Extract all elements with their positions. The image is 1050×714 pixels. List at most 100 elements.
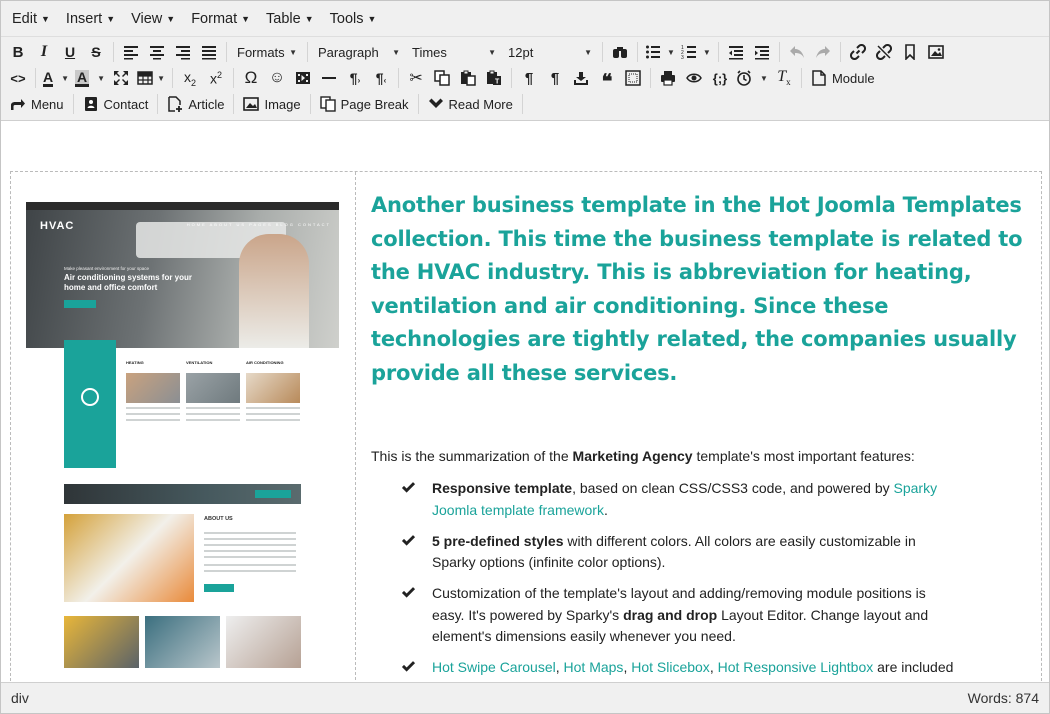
toolbar-row-3: Menu Contact Article Image Page Break Re… [5, 91, 1045, 117]
anchor-button[interactable] [897, 40, 923, 64]
chevron-down-icon: ▼ [61, 73, 70, 83]
preview-button[interactable] [681, 66, 707, 90]
superscript-button[interactable]: x2 [203, 66, 229, 90]
chevron-down-bold-icon [428, 98, 443, 108]
undo-button[interactable] [784, 40, 810, 64]
module-button[interactable]: Module [806, 66, 880, 90]
menu-view[interactable]: View ▼ [123, 4, 183, 34]
font-family-value: Times [412, 44, 447, 60]
menu-insert[interactable]: Insert ▼ [58, 4, 123, 34]
font-size-dropdown[interactable]: 12pt ▼ [502, 40, 598, 64]
align-justify-button[interactable] [196, 40, 222, 64]
chevron-down-icon: ▼ [702, 47, 711, 57]
formats-dropdown[interactable]: Formats ▼ [231, 40, 303, 64]
insert-template-icon [574, 72, 589, 85]
preview-line [126, 413, 180, 415]
menu-tools[interactable]: Tools ▼ [322, 4, 385, 34]
block-format-dropdown[interactable]: Paragraph ▼ [312, 40, 406, 64]
rtl-button[interactable]: ¶‹ [368, 66, 394, 90]
chevron-down-icon: ▼ [367, 13, 377, 24]
paste-button[interactable] [455, 66, 481, 90]
clear-formatting-button[interactable]: Tx [771, 66, 797, 90]
list-item[interactable]: Responsive template, based on clean CSS/… [401, 478, 961, 521]
emoticons-button[interactable]: ☺ [264, 66, 290, 90]
insert-button[interactable] [568, 66, 594, 90]
show-blocks-button[interactable]: ¶ [542, 66, 568, 90]
menu-edit[interactable]: Edit ▼ [4, 4, 58, 34]
contact-button[interactable]: Contact [78, 92, 154, 116]
element-path[interactable]: div [11, 690, 29, 706]
list-item[interactable]: Hot Swipe Carousel, Hot Maps, Hot Sliceb… [401, 657, 961, 679]
chevron-down-icon: ▼ [392, 47, 400, 57]
text-color-button[interactable]: A ▼ [40, 66, 72, 90]
feature-bold: drag and drop [623, 606, 718, 623]
menu-table[interactable]: Table ▼ [258, 4, 322, 34]
preview-card-photo [186, 373, 240, 403]
toolbar-separator [800, 68, 802, 88]
numbered-list-button[interactable]: 1 2 3 ▼ [678, 40, 714, 64]
align-left-button[interactable] [118, 40, 144, 64]
hot-slicebox-link[interactable]: Hot Slicebox [631, 659, 710, 675]
bold-button[interactable]: B [5, 40, 31, 64]
hot-maps-link[interactable]: Hot Maps [564, 659, 624, 675]
unlink-icon [875, 44, 892, 60]
ltr-button[interactable]: ¶› [342, 66, 368, 90]
indent-button[interactable] [749, 40, 775, 64]
underline-button[interactable]: U [57, 40, 83, 64]
cut-button[interactable]: ✂ [403, 66, 429, 90]
editor-content[interactable]: HVAC HOME ABOUT US PAGES BLOG CONTACT Ma… [2, 123, 1048, 683]
paste-text-button[interactable]: T [481, 66, 507, 90]
redo-button[interactable] [810, 40, 836, 64]
page-break-button[interactable]: Page Break [315, 92, 414, 116]
template-button[interactable] [620, 66, 646, 90]
template-preview-image[interactable]: HVAC HOME ABOUT US PAGES BLOG CONTACT Ma… [26, 202, 339, 682]
blockquote-button[interactable]: ❝ [594, 66, 620, 92]
horizontal-rule-button[interactable] [316, 66, 342, 90]
font-family-dropdown[interactable]: Times ▼ [406, 40, 502, 64]
source-code-button[interactable]: <> [5, 66, 31, 90]
table-button[interactable]: ▼ [134, 66, 168, 90]
toolbar-separator [309, 94, 311, 114]
chevron-down-icon: ▼ [97, 73, 106, 83]
left-column[interactable]: HVAC HOME ABOUT US PAGES BLOG CONTACT Ma… [11, 172, 356, 683]
fullscreen-button[interactable] [108, 66, 134, 90]
strikethrough-button[interactable]: S [83, 40, 109, 64]
italic-button[interactable]: I [31, 40, 57, 64]
intro-paragraph[interactable]: This is the summarization of the Marketi… [371, 446, 1025, 466]
read-more-button[interactable]: Read More [423, 92, 518, 116]
hot-responsive-lightbox-link[interactable]: Hot Responsive Lightbox [718, 659, 874, 675]
hot-swipe-carousel-link[interactable]: Hot Swipe Carousel [432, 659, 556, 675]
feature-list[interactable]: Responsive template, based on clean CSS/… [401, 478, 961, 679]
list-item[interactable]: 5 pre-defined styles with different colo… [401, 531, 961, 574]
insert-image-button[interactable] [923, 40, 949, 64]
toolbar-separator [650, 68, 652, 88]
right-column[interactable]: Another business template in the Hot Joo… [356, 172, 1041, 683]
print-button[interactable] [655, 66, 681, 90]
copy-button[interactable] [429, 66, 455, 90]
bullet-list-button[interactable]: ▼ [642, 40, 678, 64]
code-sample-button[interactable]: {;} [707, 66, 733, 90]
special-char-button[interactable]: Ω [238, 66, 264, 90]
content-heading[interactable]: Another business template in the Hot Joo… [371, 189, 1025, 390]
background-color-button[interactable]: A ▼ [72, 66, 108, 90]
menu-button[interactable]: Menu [5, 92, 69, 116]
preview-gallery [64, 616, 301, 668]
unlink-button[interactable] [871, 40, 897, 64]
checkmark-icon [401, 587, 416, 598]
background-color-icon: A [75, 68, 90, 87]
media-button[interactable] [290, 66, 316, 90]
show-invisibles-button[interactable]: ¶ [516, 66, 542, 90]
article-button[interactable]: Article [162, 92, 229, 116]
menu-format[interactable]: Format ▼ [183, 4, 258, 34]
list-item[interactable]: Customization of the template's layout a… [401, 583, 961, 648]
subscript-button[interactable]: x2 [177, 66, 203, 90]
outdent-button[interactable] [723, 40, 749, 64]
toolbar-separator [778, 42, 780, 62]
image-button[interactable]: Image [238, 92, 305, 116]
link-button[interactable] [845, 40, 871, 64]
insert-datetime-button[interactable]: ▼ [733, 66, 771, 90]
find-replace-button[interactable] [607, 40, 633, 64]
align-right-button[interactable] [170, 40, 196, 64]
align-center-button[interactable] [144, 40, 170, 64]
two-column-block[interactable]: HVAC HOME ABOUT US PAGES BLOG CONTACT Ma… [10, 171, 1042, 683]
